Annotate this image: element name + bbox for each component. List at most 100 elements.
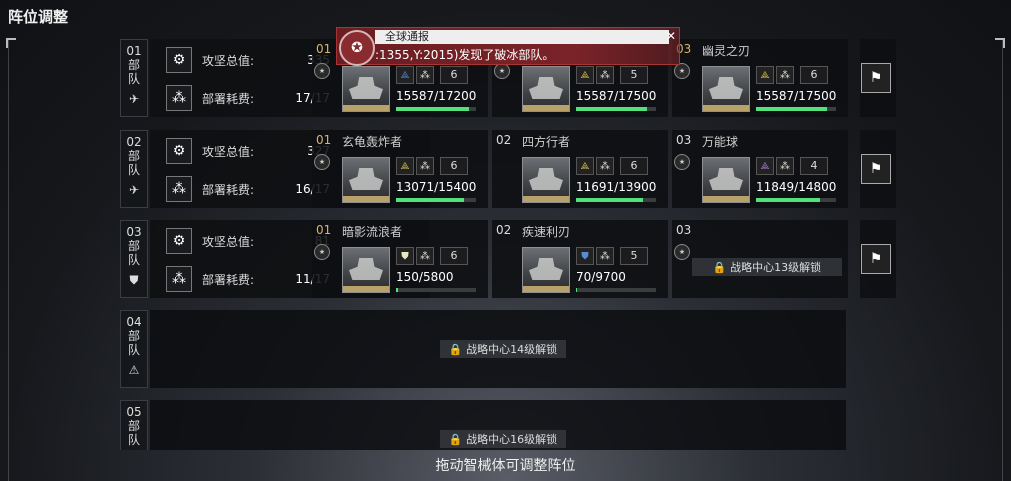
squad-flag-button[interactable]: ⚑ (860, 220, 896, 298)
unit-portrait[interactable] (522, 157, 570, 203)
slot-number: 03 (676, 133, 692, 147)
unit-portrait[interactable] (702, 157, 750, 203)
slot-number: 01 (316, 42, 332, 56)
unit-slot[interactable]: 03 ★ 幽灵之刃 ⟁ ⁂ 6 15587/17500 (672, 39, 848, 117)
emblem-icon: ✪ (339, 30, 375, 66)
unit-name: 万能球 (702, 135, 739, 149)
squad-number: 04 (126, 315, 142, 329)
unit-slot[interactable]: 02 疾速利刃 ⛊ ⁂ 5 70/9700 (492, 220, 668, 298)
unit-hp: 13071/15400 (396, 180, 477, 194)
air-type-icon: ⟁ (396, 66, 414, 84)
attack-power-icon: ⚙ (166, 47, 192, 73)
squad-flag-button[interactable]: ⚑ (860, 130, 896, 208)
cost-label: 部署耗费: (202, 91, 255, 106)
squad-label-text: 部 (127, 239, 140, 253)
frame-corner (995, 38, 1005, 48)
notice-header: 全球通报 (375, 30, 669, 44)
unit-portrait[interactable] (342, 157, 390, 203)
squad-lock-label: 🔒 战略中心16级解锁 (440, 430, 566, 448)
squad-label: 02 部 队 ✈ (120, 130, 148, 208)
unit-slot[interactable]: 03 ★ 万能球 ⟁ ⁂ 4 11849/14800 (672, 130, 848, 208)
rank-badge-icon: ★ (314, 154, 330, 170)
rank-badge-icon: ★ (494, 63, 510, 79)
hp-bar (396, 198, 476, 202)
slot-number: 02 (496, 223, 512, 237)
unit-name: 玄龟轰炸者 (342, 135, 403, 149)
slot-lock-label: 🔒 战略中心13级解锁 (692, 258, 842, 276)
unit-portrait[interactable] (522, 247, 570, 293)
squad-size-icon: ⁂ (596, 247, 614, 265)
attack-type-icon: ⟁ (576, 157, 594, 175)
squad-flag-button[interactable]: ⚑ (860, 39, 896, 117)
unit-slot[interactable]: 02 四方行者 ⟁ ⁂ 6 11691/13900 (492, 130, 668, 208)
defense-type-icon: ⛊ (576, 247, 594, 265)
squad-label-text: 队 (127, 433, 140, 447)
air-unit-icon: ✈ (128, 92, 140, 106)
squad-row-2[interactable]: 02 部 队 ✈ ⚙ 攻坚总值: 327 ⁂ 部署耗费: 16/17 01 ★ … (120, 130, 896, 208)
deploy-cost-icon: ⁂ (166, 266, 192, 292)
drag-hint: 拖动智械体可调整阵位 (435, 458, 576, 474)
unit-portrait[interactable] (522, 66, 570, 112)
global-notice-banner[interactable]: ✪ 全球通报 :1355,Y:2015)发现了破冰部队。 ✕ (336, 27, 680, 66)
locked-squad-panel: 🔒 战略中心14级解锁 (150, 310, 846, 388)
unit-level: 6 (440, 66, 468, 84)
defense-type-icon: ⛊ (396, 247, 414, 265)
hp-bar (396, 107, 476, 111)
squad-size-icon: ⁂ (776, 157, 794, 175)
squad-label-text: 部 (127, 58, 140, 72)
cost-label: 部署耗费: (202, 272, 255, 287)
squad-label: 03 部 队 ⛊ (120, 220, 148, 298)
hp-bar (756, 198, 836, 202)
rank-badge-icon: ★ (674, 154, 690, 170)
unit-hp: 70/9700 (576, 270, 626, 284)
unit-slot-locked[interactable]: 03 ★ 🔒 战略中心13级解锁 (672, 220, 848, 298)
unit-hp: 150/5800 (396, 270, 454, 284)
unit-level: 6 (440, 247, 468, 265)
squad-size-icon: ⁂ (776, 66, 794, 84)
squad-label-text: 部 (127, 149, 140, 163)
squad-label: 04 部 队 ⚠ (120, 310, 148, 388)
unit-level: 6 (620, 157, 648, 175)
squad-size-icon: ⁂ (416, 247, 434, 265)
flag-icon: ⚑ (861, 244, 891, 274)
unit-slot[interactable]: 01 ★ 暗影流浪者 ⛊ ⁂ 6 150/5800 (312, 220, 488, 298)
hp-bar (576, 198, 656, 202)
slot-number: 01 (316, 223, 332, 237)
squad-size-icon: ⁂ (596, 66, 614, 84)
squad-label-text: 部 (127, 329, 140, 343)
squad-label-text: 队 (127, 343, 140, 357)
unit-portrait[interactable] (342, 66, 390, 112)
hp-bar (396, 288, 476, 292)
notice-message: :1355,Y:2015)发现了破冰部队。 (375, 48, 555, 62)
unit-slot[interactable]: 01 ★ 玄龟轰炸者 ⟁ ⁂ 6 13071/15400 (312, 130, 488, 208)
unit-portrait[interactable] (342, 247, 390, 293)
cost-label: 部署耗费: (202, 182, 255, 197)
squad-number: 03 (126, 225, 142, 239)
unit-level: 6 (440, 157, 468, 175)
unit-portrait[interactable] (702, 66, 750, 112)
rank-badge-icon: ★ (674, 244, 690, 260)
close-icon[interactable]: ✕ (663, 28, 679, 44)
hp-bar (576, 107, 656, 111)
squad-label-text: 队 (127, 163, 140, 177)
flag-icon: ⚑ (861, 63, 891, 93)
squad-label: 05 部 队 (120, 400, 148, 450)
deploy-cost-icon: ⁂ (166, 85, 192, 111)
squad-lock-label: 🔒 战略中心14级解锁 (440, 340, 566, 358)
locked-squad-panel: 🔒 战略中心16级解锁 (150, 400, 846, 450)
hp-bar (576, 288, 656, 292)
unit-level: 5 (620, 66, 648, 84)
squad-number: 02 (126, 135, 142, 149)
squad-row-3[interactable]: 03 部 队 ⛊ ⚙ 攻坚总值: 81 ⁂ 部署耗费: 11/17 01 ★ 暗… (120, 220, 896, 298)
attack-power-icon: ⚙ (166, 228, 192, 254)
attack-type-icon: ⟁ (576, 66, 594, 84)
lock-text: 战略中心16级解锁 (466, 433, 558, 446)
squad-label-text: 部 (127, 419, 140, 433)
squad-number: 05 (126, 405, 142, 419)
squad-size-icon: ⁂ (416, 66, 434, 84)
hp-bar (756, 107, 836, 111)
squad-label-text: 队 (127, 72, 140, 86)
attack-type-icon: ⟁ (756, 157, 774, 175)
flag-icon: ⚑ (861, 154, 891, 184)
unit-level: 6 (800, 66, 828, 84)
